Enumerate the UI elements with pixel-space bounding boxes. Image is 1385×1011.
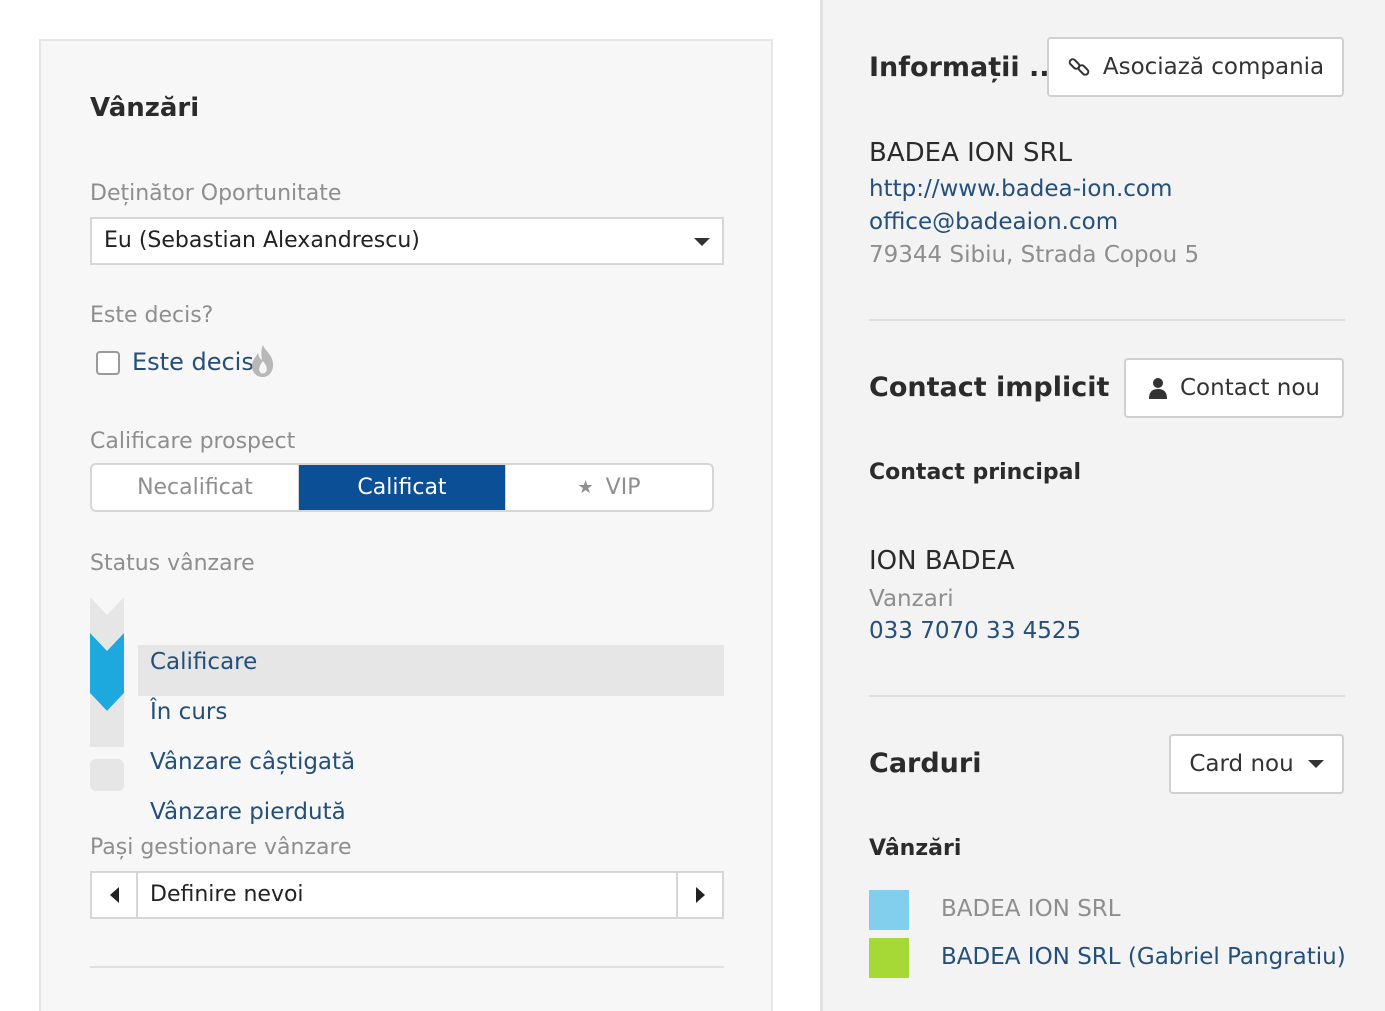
decided-checkbox-label[interactable]: Este decis: [132, 348, 254, 376]
user-icon: [1148, 378, 1167, 399]
chevron-down-icon: [694, 238, 710, 246]
divider: [90, 966, 724, 968]
new-contact-label: Contact nou: [1179, 375, 1321, 401]
qualification-toggle[interactable]: Necalificat Calificat ★ VIP: [90, 463, 714, 512]
contact-phone-link[interactable]: 033 7070 33 4525: [869, 618, 1081, 644]
status-item-qualification[interactable]: Calificare: [150, 649, 257, 675]
associate-company-button[interactable]: Asociază compania: [1047, 37, 1344, 97]
cards-section-title: Vânzări: [869, 836, 962, 861]
company-name: BADEA ION SRL: [869, 138, 1073, 168]
arrow-right-icon: [695, 887, 705, 903]
owner-value: Eu (Sebastian Alexandrescu): [104, 228, 420, 253]
decided-label: Este decis?: [90, 303, 214, 328]
card-item-link[interactable]: BADEA ION SRL (Gabriel Pangratiu): [941, 944, 1346, 970]
divider: [869, 695, 1345, 697]
company-address: 79344 Sibiu, Strada Copou 5: [869, 242, 1200, 268]
sales-title: Vânzări: [90, 93, 200, 123]
qualification-label: Calificare prospect: [90, 429, 296, 454]
contact-title: Contact implicit: [869, 372, 1110, 403]
qualification-option-vip[interactable]: ★ VIP: [506, 465, 712, 510]
sales-card: Vânzări Deținător Oportunitate Eu (Sebas…: [39, 39, 773, 1011]
company-email-link[interactable]: office@badeaion.com: [869, 209, 1118, 235]
divider: [869, 319, 1345, 321]
new-card-label: Card nou: [1189, 751, 1294, 777]
qualification-option-unqualified[interactable]: Necalificat: [92, 465, 299, 510]
new-contact-button[interactable]: Contact nou: [1124, 358, 1344, 418]
flame-icon: [252, 345, 274, 377]
status-item-won[interactable]: Vânzare câștigată: [150, 749, 355, 775]
chevron-down-icon: [1307, 760, 1324, 768]
steps-prev-button[interactable]: [92, 873, 138, 917]
contact-name: ION BADEA: [869, 546, 1015, 576]
new-card-button[interactable]: Card nou: [1169, 734, 1344, 794]
pipeline-track: [90, 597, 124, 747]
steps-stepper: Definire nevoi: [90, 871, 724, 919]
card-item-label[interactable]: BADEA ION SRL: [941, 896, 1121, 922]
card-color-swatch: [869, 938, 909, 978]
card-color-swatch: [869, 890, 909, 930]
qualification-option-qualified[interactable]: Calificat: [299, 465, 506, 510]
contact-department: Vanzari: [869, 586, 954, 612]
decided-checkbox[interactable]: [96, 351, 120, 375]
associate-company-label: Asociază compania: [1102, 54, 1325, 80]
link-icon: [1068, 58, 1090, 76]
status-label: Status vânzare: [90, 551, 255, 576]
steps-value: Definire nevoi: [150, 882, 304, 907]
pipeline-lost-marker: [90, 759, 124, 791]
status-pipeline: Calificare În curs Vânzare câștigată Vân…: [90, 597, 724, 825]
status-item-lost[interactable]: Vânzare pierdută: [150, 799, 346, 825]
steps-next-button[interactable]: [676, 873, 722, 917]
vip-label: VIP: [605, 475, 641, 500]
cards-title: Carduri: [869, 748, 982, 779]
company-info-title: Informații ...: [869, 52, 1060, 83]
status-item-in-progress[interactable]: În curs: [150, 699, 227, 725]
contact-subtitle: Contact principal: [869, 460, 1082, 485]
owner-label: Deținător Oportunitate: [90, 181, 342, 206]
owner-select[interactable]: Eu (Sebastian Alexandrescu): [90, 217, 724, 265]
steps-label: Pași gestionare vânzare: [90, 835, 352, 860]
arrow-left-icon: [109, 887, 119, 903]
star-icon: ★: [577, 477, 594, 498]
company-website-link[interactable]: http://www.badea-ion.com: [869, 176, 1172, 202]
details-panel: Informații ... Asociază compania BADEA I…: [820, 0, 1385, 1011]
